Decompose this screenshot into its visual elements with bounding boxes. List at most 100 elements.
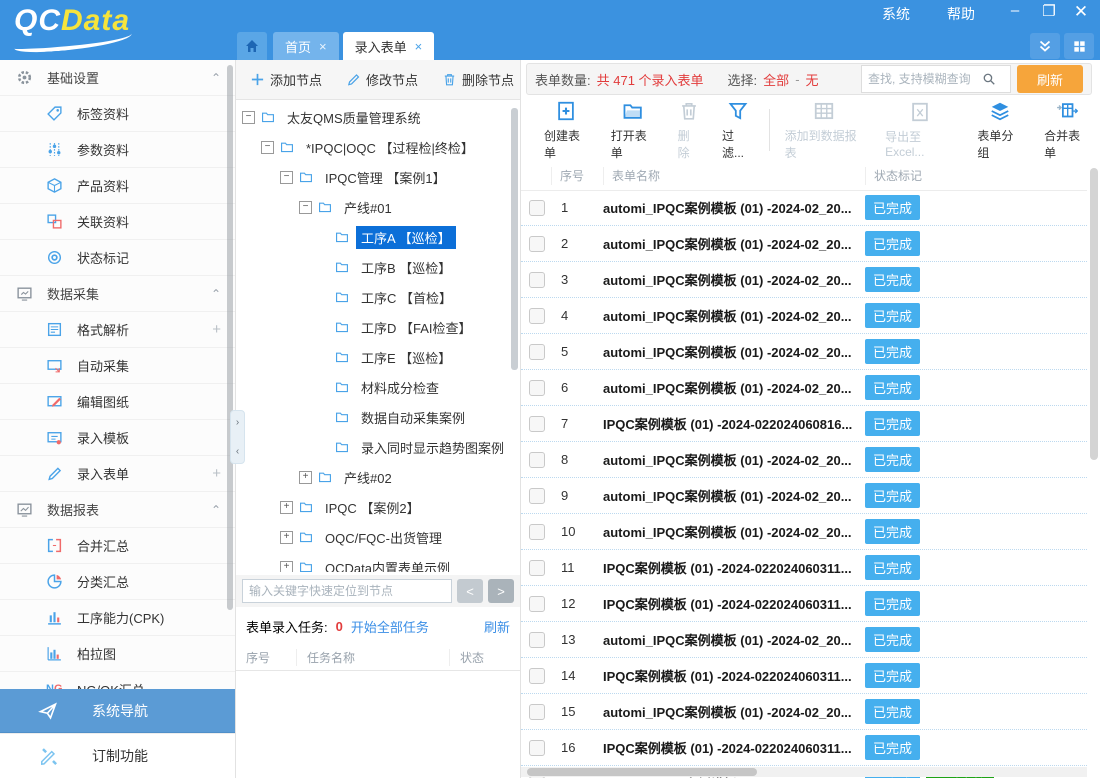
chevron-right-icon[interactable]: ›	[236, 417, 239, 428]
tree-expander-icon[interactable]: +	[299, 471, 312, 484]
tree-scrollbar[interactable]	[511, 108, 518, 370]
tree-node[interactable]: − IPQC管理 【案例1】	[236, 162, 506, 192]
tree-expander-icon[interactable]: −	[261, 141, 274, 154]
tree-expander-icon[interactable]: −	[242, 111, 255, 124]
tree-node-label[interactable]: 数据自动采集案例	[356, 406, 470, 429]
tab-entry-form[interactable]: 录入表单 ×	[343, 32, 435, 60]
tree-toolbar-pencil-button[interactable]: 修改节点	[346, 70, 418, 89]
tree-node-label[interactable]: OQC/FQC-出货管理	[320, 526, 447, 549]
select-none-link[interactable]: 无	[806, 70, 819, 89]
apps-grid-button[interactable]	[1064, 33, 1094, 59]
plus-icon[interactable]: +	[212, 321, 221, 338]
tree-expander-icon[interactable]: −	[280, 171, 293, 184]
scrollbar-thumb[interactable]	[527, 768, 757, 776]
row-checkbox[interactable]	[529, 308, 545, 324]
row-checkbox[interactable]	[529, 416, 545, 432]
tree-node[interactable]: 工序E 【巡检】	[236, 342, 506, 372]
form-table-row[interactable]: 13automi_IPQC案例模板 (01) -2024-02_20...已完成	[521, 622, 1087, 658]
tree-node-label[interactable]: 工序D 【FAI检查】	[356, 316, 477, 339]
sidebar-item[interactable]: 柏拉图	[0, 636, 235, 672]
row-checkbox[interactable]	[529, 524, 545, 540]
toolbar-doc-plus-button[interactable]: 创建表单	[533, 100, 600, 161]
menu-help[interactable]: 帮助	[947, 4, 975, 24]
sidebar-item[interactable]: 录入表单+	[0, 456, 235, 492]
start-all-tasks-link[interactable]: 开始全部任务	[351, 617, 429, 636]
row-checkbox[interactable]	[529, 200, 545, 216]
chevron-up-icon[interactable]: ⌃	[211, 287, 221, 301]
collapse-panel-button[interactable]	[1030, 33, 1060, 59]
tree-toolbar-trash-button[interactable]: 删除节点	[442, 70, 514, 89]
sidebar-item[interactable]: 合并汇总	[0, 528, 235, 564]
sidebar-item[interactable]: 参数资料	[0, 132, 235, 168]
sidebar-item-system-nav[interactable]: 系统导航	[0, 689, 235, 733]
tree-node-label[interactable]: 工序B 【巡检】	[356, 256, 456, 279]
row-checkbox[interactable]	[529, 344, 545, 360]
close-button[interactable]: ✕	[1068, 2, 1094, 22]
row-checkbox[interactable]	[529, 380, 545, 396]
find-prev-button[interactable]: <	[457, 579, 483, 603]
tree-node-label[interactable]: IPQC管理 【案例1】	[320, 166, 451, 189]
sidebar-item[interactable]: 自动采集	[0, 348, 235, 384]
tree-node-label[interactable]: *IPQC|OQC 【过程检|终检】	[301, 136, 479, 159]
tree-node-label[interactable]: 工序A 【巡检】	[356, 226, 456, 249]
form-table-row[interactable]: 4automi_IPQC案例模板 (01) -2024-02_20...已完成	[521, 298, 1087, 334]
toolbar-layers-button[interactable]: 表单分组	[966, 100, 1033, 161]
table-vertical-scrollbar[interactable]	[1090, 168, 1098, 460]
tree-node[interactable]: + IPQC 【案例2】	[236, 492, 506, 522]
form-table-row[interactable]: 5automi_IPQC案例模板 (01) -2024-02_20...已完成	[521, 334, 1087, 370]
row-checkbox[interactable]	[529, 452, 545, 468]
toolbar-merge-tables-button[interactable]: 合并表单	[1033, 100, 1100, 161]
chevron-left-icon[interactable]: ‹	[236, 446, 239, 457]
tree-expander-icon[interactable]: +	[280, 531, 293, 544]
form-table-row[interactable]: 1automi_IPQC案例模板 (01) -2024-02_20...已完成	[521, 190, 1087, 226]
form-table-row[interactable]: 9automi_IPQC案例模板 (01) -2024-02_20...已完成	[521, 478, 1087, 514]
chevron-up-icon[interactable]: ⌃	[211, 71, 221, 85]
tree-expander-icon[interactable]: +	[280, 561, 293, 573]
row-checkbox[interactable]	[529, 560, 545, 576]
tree-expander-icon[interactable]: +	[280, 501, 293, 514]
minimize-button[interactable]: –	[1002, 2, 1028, 19]
tasks-refresh-link[interactable]: 刷新	[484, 617, 510, 636]
sidebar-section-header[interactable]: 数据报表⌃	[0, 492, 235, 528]
maximize-button[interactable]: ❐	[1036, 2, 1062, 20]
sidebar-item[interactable]: 工序能力(CPK)	[0, 600, 235, 636]
select-all-link[interactable]: 全部	[763, 70, 789, 89]
find-next-button[interactable]: >	[488, 579, 514, 603]
tree-node-label[interactable]: 产线#01	[339, 196, 397, 219]
tab-close-icon[interactable]: ×	[319, 39, 327, 54]
sidebar-section-header[interactable]: 数据采集⌃	[0, 276, 235, 312]
tree-node-label[interactable]: 工序C 【首检】	[356, 286, 457, 309]
tree-node[interactable]: 数据自动采集案例	[236, 402, 506, 432]
sidebar-item[interactable]: 录入模板	[0, 420, 235, 456]
tree-node-label[interactable]: 材料成分检查	[356, 376, 444, 399]
sidebar-item[interactable]: 关联资料	[0, 204, 235, 240]
row-checkbox[interactable]	[529, 596, 545, 612]
form-table-row[interactable]: 10automi_IPQC案例模板 (01) -2024-02_20...已完成	[521, 514, 1087, 550]
row-checkbox[interactable]	[529, 668, 545, 684]
row-checkbox[interactable]	[529, 740, 545, 756]
sidebar-item[interactable]: 状态标记	[0, 240, 235, 276]
tree-node[interactable]: + QCData内置表单示例	[236, 552, 506, 572]
form-table-row[interactable]: 12IPQC案例模板 (01) -2024-022024060311...已完成	[521, 586, 1087, 622]
sidebar-item[interactable]: NGNG/OK汇总	[0, 672, 235, 690]
tree-toolbar-plus-button[interactable]: 添加节点	[250, 70, 322, 89]
sidebar-section-header[interactable]: 基础设置⌃	[0, 60, 235, 96]
table-horizontal-scrollbar[interactable]	[521, 767, 1087, 777]
panel-collapse-handle[interactable]: › ‹	[230, 410, 245, 464]
sidebar-item[interactable]: 格式解析+	[0, 312, 235, 348]
form-table-row[interactable]: 16IPQC案例模板 (01) -2024-022024060311...已完成	[521, 730, 1087, 766]
tree-node-label[interactable]: IPQC 【案例2】	[320, 496, 425, 519]
tree-node[interactable]: −太友QMS质量管理系统	[236, 102, 506, 132]
home-tab-button[interactable]	[237, 32, 267, 60]
tree-node[interactable]: 工序C 【首检】	[236, 282, 506, 312]
form-search-input[interactable]	[866, 71, 982, 87]
toolbar-folder-open-button[interactable]: 打开表单	[600, 100, 667, 161]
tab-close-icon[interactable]: ×	[415, 39, 423, 54]
row-checkbox[interactable]	[529, 272, 545, 288]
form-table-row[interactable]: 6automi_IPQC案例模板 (01) -2024-02_20...已完成	[521, 370, 1087, 406]
form-table-row[interactable]: 11IPQC案例模板 (01) -2024-022024060311...已完成	[521, 550, 1087, 586]
row-checkbox[interactable]	[529, 632, 545, 648]
tree-node-label[interactable]: QCData内置表单示例	[320, 556, 455, 573]
refresh-button[interactable]: 刷新	[1017, 65, 1083, 93]
form-table-row[interactable]: 14IPQC案例模板 (01) -2024-022024060311...已完成	[521, 658, 1087, 694]
